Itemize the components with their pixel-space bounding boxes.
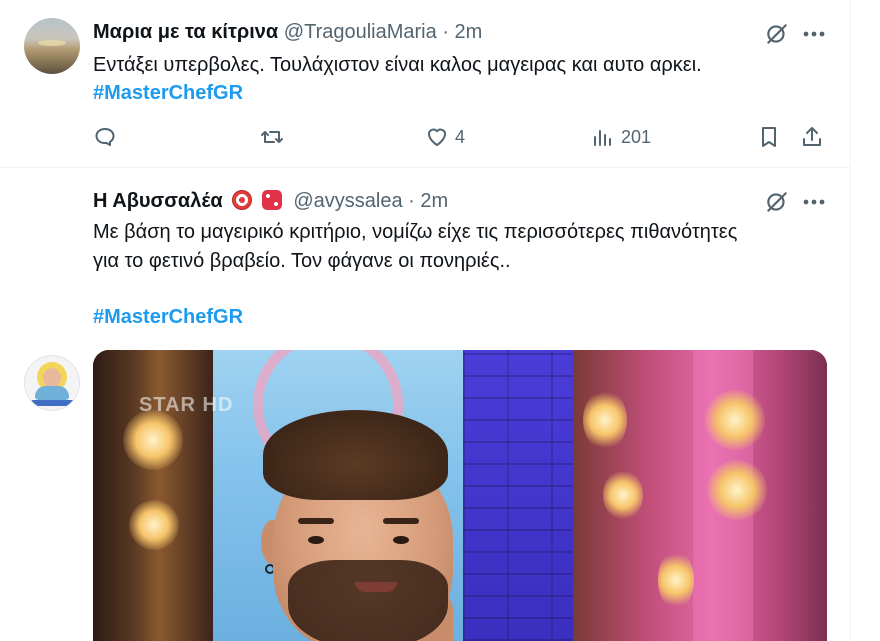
retweet-icon — [261, 131, 283, 143]
retweet-button[interactable] — [260, 122, 290, 152]
person-beard — [288, 560, 448, 641]
hashtag-link[interactable]: #MasterChefGR — [93, 79, 243, 107]
tweet-header: Η Αβυσσαλέα @avyssalea · 2m — [93, 187, 448, 215]
share-icon — [803, 127, 821, 146]
views-button[interactable]: 201 — [591, 122, 651, 152]
light-bulb — [129, 500, 179, 550]
grok-icon[interactable] — [764, 189, 790, 215]
die-emoji — [261, 190, 282, 210]
page-margin — [851, 0, 880, 641]
person-brow — [298, 518, 334, 524]
views-icon — [594, 130, 611, 146]
person-eye — [308, 536, 324, 544]
handle[interactable]: @TragouliaMaria — [284, 21, 437, 43]
hashtag-link[interactable]: #MasterChefGR — [93, 303, 243, 331]
timestamp[interactable]: · 2m — [442, 21, 482, 43]
avatar[interactable] — [24, 18, 80, 74]
timeline: Μαρια με τα κίτρινα @TragouliaMaria · 2m… — [0, 0, 851, 641]
light-bulb — [583, 390, 627, 450]
timestamp[interactable]: · 2m — [408, 190, 448, 212]
tweet-text-line: για το φετινό βραβείο. Τον φάγανε οι πον… — [93, 250, 511, 272]
tweet-header: Μαρια με τα κίτρινα @TragouliaMaria · 2m — [93, 18, 482, 46]
more-icon[interactable] — [800, 189, 828, 215]
light-bulb — [707, 460, 767, 520]
person-brow — [383, 518, 419, 524]
tweet-media-image[interactable]: STAR HD — [93, 350, 827, 641]
bookmark-button[interactable] — [757, 122, 781, 152]
more-icon[interactable] — [800, 21, 828, 47]
views-count: 201 — [621, 126, 652, 147]
handle[interactable]: @avyssalea — [293, 190, 402, 212]
light-bulb — [705, 390, 765, 450]
bookmark-icon — [762, 127, 776, 147]
media-watermark: STAR HD — [139, 394, 234, 416]
display-name[interactable]: Μαρια με τα κίτρινα — [93, 21, 278, 43]
tweet-text-line: Με βάση το μαγειρικό κριτήριο, νομίζω εί… — [93, 221, 738, 243]
avatar[interactable] — [24, 355, 80, 411]
tweet[interactable]: Μαρια με τα κίτρινα @TragouliaMaria · 2m… — [0, 0, 850, 168]
like-icon — [428, 128, 446, 146]
share-button[interactable] — [800, 122, 824, 152]
light-bulb — [603, 470, 643, 520]
dart-emoji — [232, 190, 253, 210]
like-button[interactable]: 4 — [425, 122, 465, 152]
person-eye — [393, 536, 409, 544]
reply-icon — [95, 128, 115, 146]
light-bulb — [123, 410, 183, 470]
grok-icon[interactable] — [764, 21, 790, 47]
tweet-text: Εντάξει υπερβολες. Τουλάχιστον είναι καλ… — [93, 54, 702, 76]
media-brick-pattern — [463, 350, 573, 641]
person-hair — [263, 410, 448, 500]
light-bulb — [658, 550, 694, 610]
like-count: 4 — [455, 126, 466, 147]
reply-button[interactable] — [93, 122, 123, 152]
person-mouth — [355, 582, 397, 592]
display-name[interactable]: Η Αβυσσαλέα — [93, 190, 223, 212]
action-bar: 4 201 — [93, 122, 833, 152]
